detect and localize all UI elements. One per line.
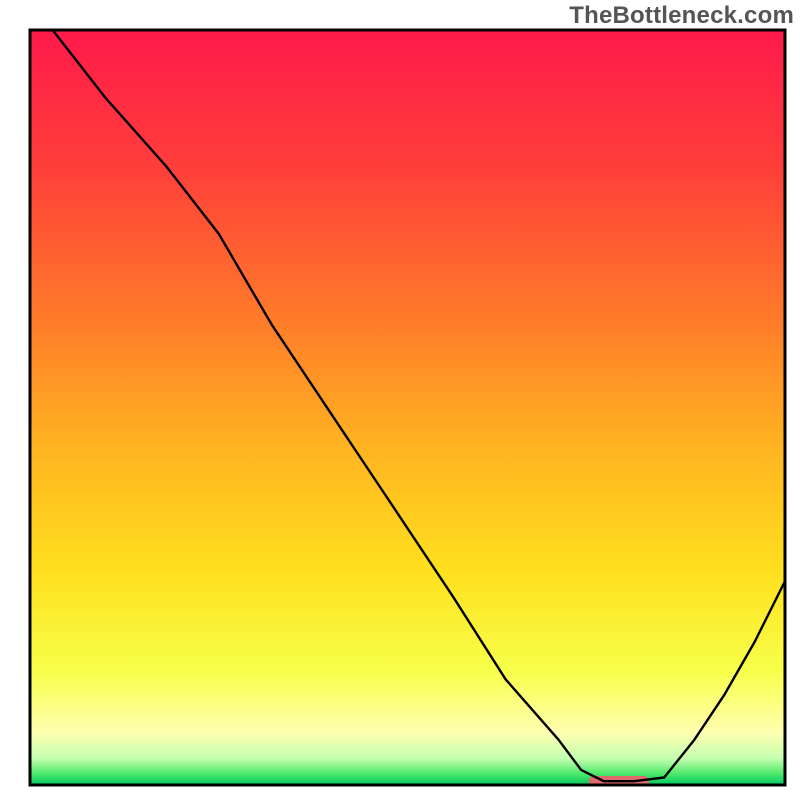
chart-container: TheBottleneck.com <box>0 0 800 800</box>
bottleneck-chart <box>0 0 800 800</box>
watermark-text: TheBottleneck.com <box>569 2 794 30</box>
chart-background <box>30 30 785 785</box>
